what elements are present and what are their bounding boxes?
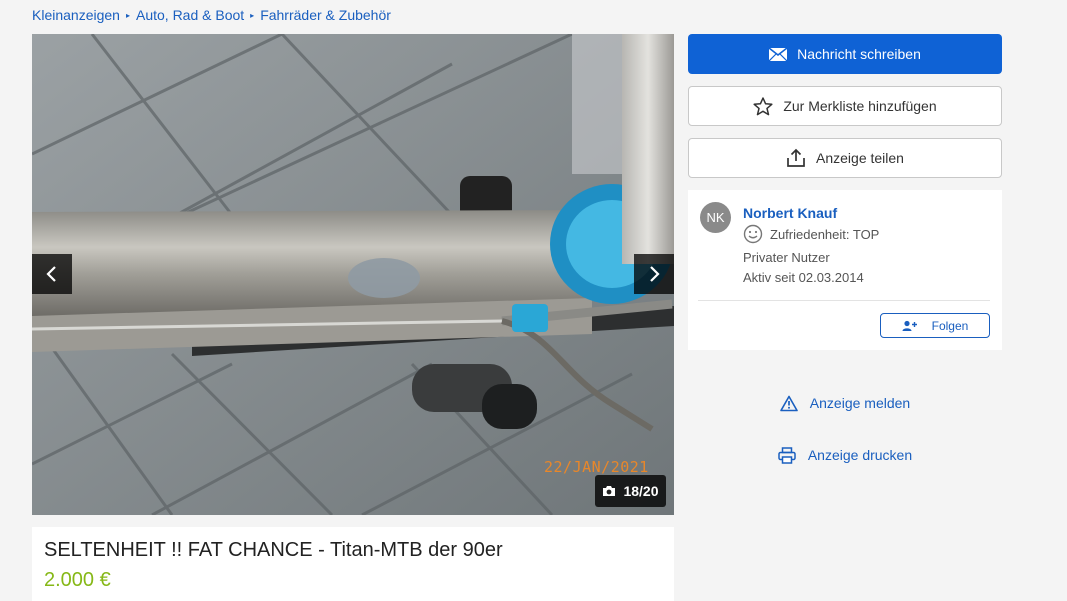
breadcrumb-item-fahrraeder[interactable]: Fahrräder & Zubehör: [260, 7, 391, 23]
breadcrumb-item-kleinanzeigen[interactable]: Kleinanzeigen: [32, 7, 120, 23]
star-icon: [753, 96, 773, 115]
chevron-left-icon: [46, 266, 56, 282]
listing-title: SELTENHEIT !! FAT CHANCE - Titan-MTB der…: [44, 539, 503, 561]
follow-label: Folgen: [931, 318, 969, 333]
warning-icon: [779, 395, 798, 411]
image-gallery[interactable]: 22/JAN/2021 18/20: [32, 34, 674, 515]
image-counter-text: 18/20: [623, 483, 659, 499]
listing-photo: [32, 34, 674, 515]
seller-satisfaction: Zufriedenheit: TOP: [743, 224, 879, 244]
breadcrumb-separator-icon: ▸: [125, 10, 130, 20]
gallery-prev-button[interactable]: [32, 254, 72, 294]
printer-icon: [778, 446, 796, 464]
add-user-icon: [902, 320, 917, 331]
breadcrumb: Kleinanzeigen ▸ Auto, Rad & Boot ▸ Fahrr…: [32, 6, 391, 24]
envelope-icon: [769, 47, 788, 61]
seller-active-since: Aktiv seit 02.03.2014: [743, 270, 864, 285]
print-listing-label: Anzeige drucken: [807, 447, 913, 463]
report-listing-label: Anzeige melden: [809, 395, 911, 411]
listing-price: 2.000 €: [44, 569, 111, 591]
image-counter: 18/20: [595, 475, 666, 507]
seller-divider: [698, 300, 990, 301]
breadcrumb-item-auto-rad-boot[interactable]: Auto, Rad & Boot: [136, 7, 244, 23]
seller-type: Privater Nutzer: [743, 250, 830, 265]
share-listing-button[interactable]: Anzeige teilen: [688, 138, 1002, 178]
breadcrumb-separator-icon: ▸: [250, 10, 255, 20]
share-icon: [787, 148, 805, 167]
smiley-icon: [743, 224, 763, 244]
share-listing-label: Anzeige teilen: [816, 150, 904, 166]
chevron-right-icon: [650, 266, 660, 282]
print-listing-link[interactable]: Anzeige drucken: [688, 444, 1002, 466]
add-to-watchlist-button[interactable]: Zur Merkliste hinzufügen: [688, 86, 1002, 126]
listing-header: SELTENHEIT !! FAT CHANCE - Titan-MTB der…: [32, 527, 674, 601]
follow-button[interactable]: Folgen: [880, 313, 990, 338]
add-to-watchlist-label: Zur Merkliste hinzufügen: [783, 98, 937, 114]
seller-satisfaction-text: Zufriedenheit: TOP: [770, 226, 880, 242]
camera-icon: [603, 486, 616, 496]
seller-card: NK Norbert Knauf Zufriedenheit: TOP Priv…: [688, 190, 1002, 350]
report-listing-link[interactable]: Anzeige melden: [688, 392, 1002, 414]
send-message-button[interactable]: Nachricht schreiben: [688, 34, 1002, 74]
send-message-label: Nachricht schreiben: [797, 46, 921, 62]
avatar: NK: [700, 202, 731, 233]
gallery-next-button[interactable]: [634, 254, 674, 294]
photo-date-stamp: 22/JAN/2021: [544, 458, 649, 476]
seller-name-link[interactable]: Norbert Knauf: [743, 205, 837, 221]
